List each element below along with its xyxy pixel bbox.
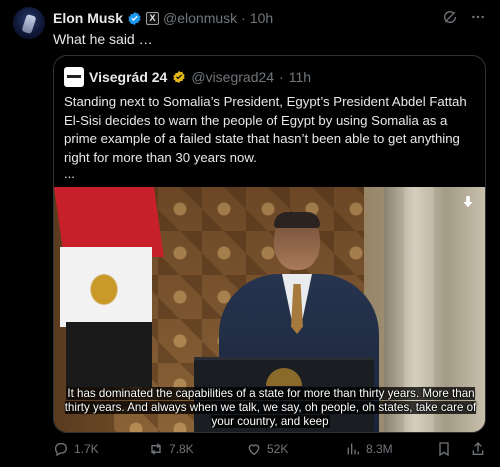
grok-icon[interactable] (442, 9, 458, 25)
tweet-secondary-actions (436, 441, 486, 457)
quoted-tweet-header: Visegrád 24 @visegrad24 · 11h (64, 67, 311, 87)
bookmark-icon[interactable] (436, 441, 452, 457)
more-icon[interactable] (470, 9, 486, 25)
separator-dot: · (279, 69, 284, 85)
views-button[interactable]: 8.3M (345, 441, 393, 457)
verified-badge-icon (128, 11, 141, 25)
video-caption: It has dominated the capabilities of a s… (54, 387, 485, 428)
repost-count: 7.8K (169, 442, 194, 456)
quoted-author-name[interactable]: Visegrád 24 (89, 69, 167, 85)
video-caption-text: It has dominated the capabilities of a s… (64, 387, 477, 428)
like-button[interactable]: 52K (246, 441, 288, 457)
author-handle[interactable]: @elonmusk (163, 10, 237, 26)
tweet-header-actions (442, 9, 486, 25)
post-time[interactable]: 10h (250, 10, 273, 26)
tweet-actions: 1.7K 7.8K 52K 8.3M (53, 441, 486, 459)
quoted-post-time[interactable]: 11h (289, 69, 311, 85)
tweet: Elon Musk X @elonmusk · 10h What he said… (0, 0, 500, 467)
x-affiliate-badge: X (146, 11, 160, 25)
reply-icon (54, 443, 67, 457)
share-icon[interactable] (470, 441, 486, 457)
view-count: 8.3M (366, 442, 393, 456)
tweet-header: Elon Musk X @elonmusk · 10h (53, 9, 273, 27)
egypt-flag (54, 187, 164, 387)
like-count: 52K (267, 442, 289, 456)
quoted-avatar[interactable] (64, 67, 84, 87)
repost-icon (151, 443, 161, 455)
reply-count: 1.7K (74, 442, 99, 456)
tweet-text: What he said … (53, 31, 153, 47)
repost-button[interactable]: 7.8K (148, 441, 194, 457)
gold-verified-badge-icon (173, 70, 186, 84)
heart-icon (248, 444, 260, 456)
video-player[interactable]: It has dominated the capabilities of a s… (54, 187, 485, 432)
quoted-author-handle[interactable]: @visegrad24 (191, 69, 274, 85)
author-name[interactable]: Elon Musk (53, 10, 123, 26)
reply-button[interactable]: 1.7K (53, 441, 99, 457)
avatar[interactable] (13, 7, 45, 39)
separator-dot: · (241, 10, 246, 26)
quoted-tweet-text: Standing next to Somalia’s President, Eg… (64, 94, 467, 165)
show-more-ellipsis[interactable]: ... (64, 166, 75, 181)
download-arrow-icon[interactable] (461, 195, 475, 209)
views-icon (347, 443, 359, 455)
quoted-tweet[interactable]: Visegrád 24 @visegrad24 · 11h Standing n… (53, 55, 486, 433)
